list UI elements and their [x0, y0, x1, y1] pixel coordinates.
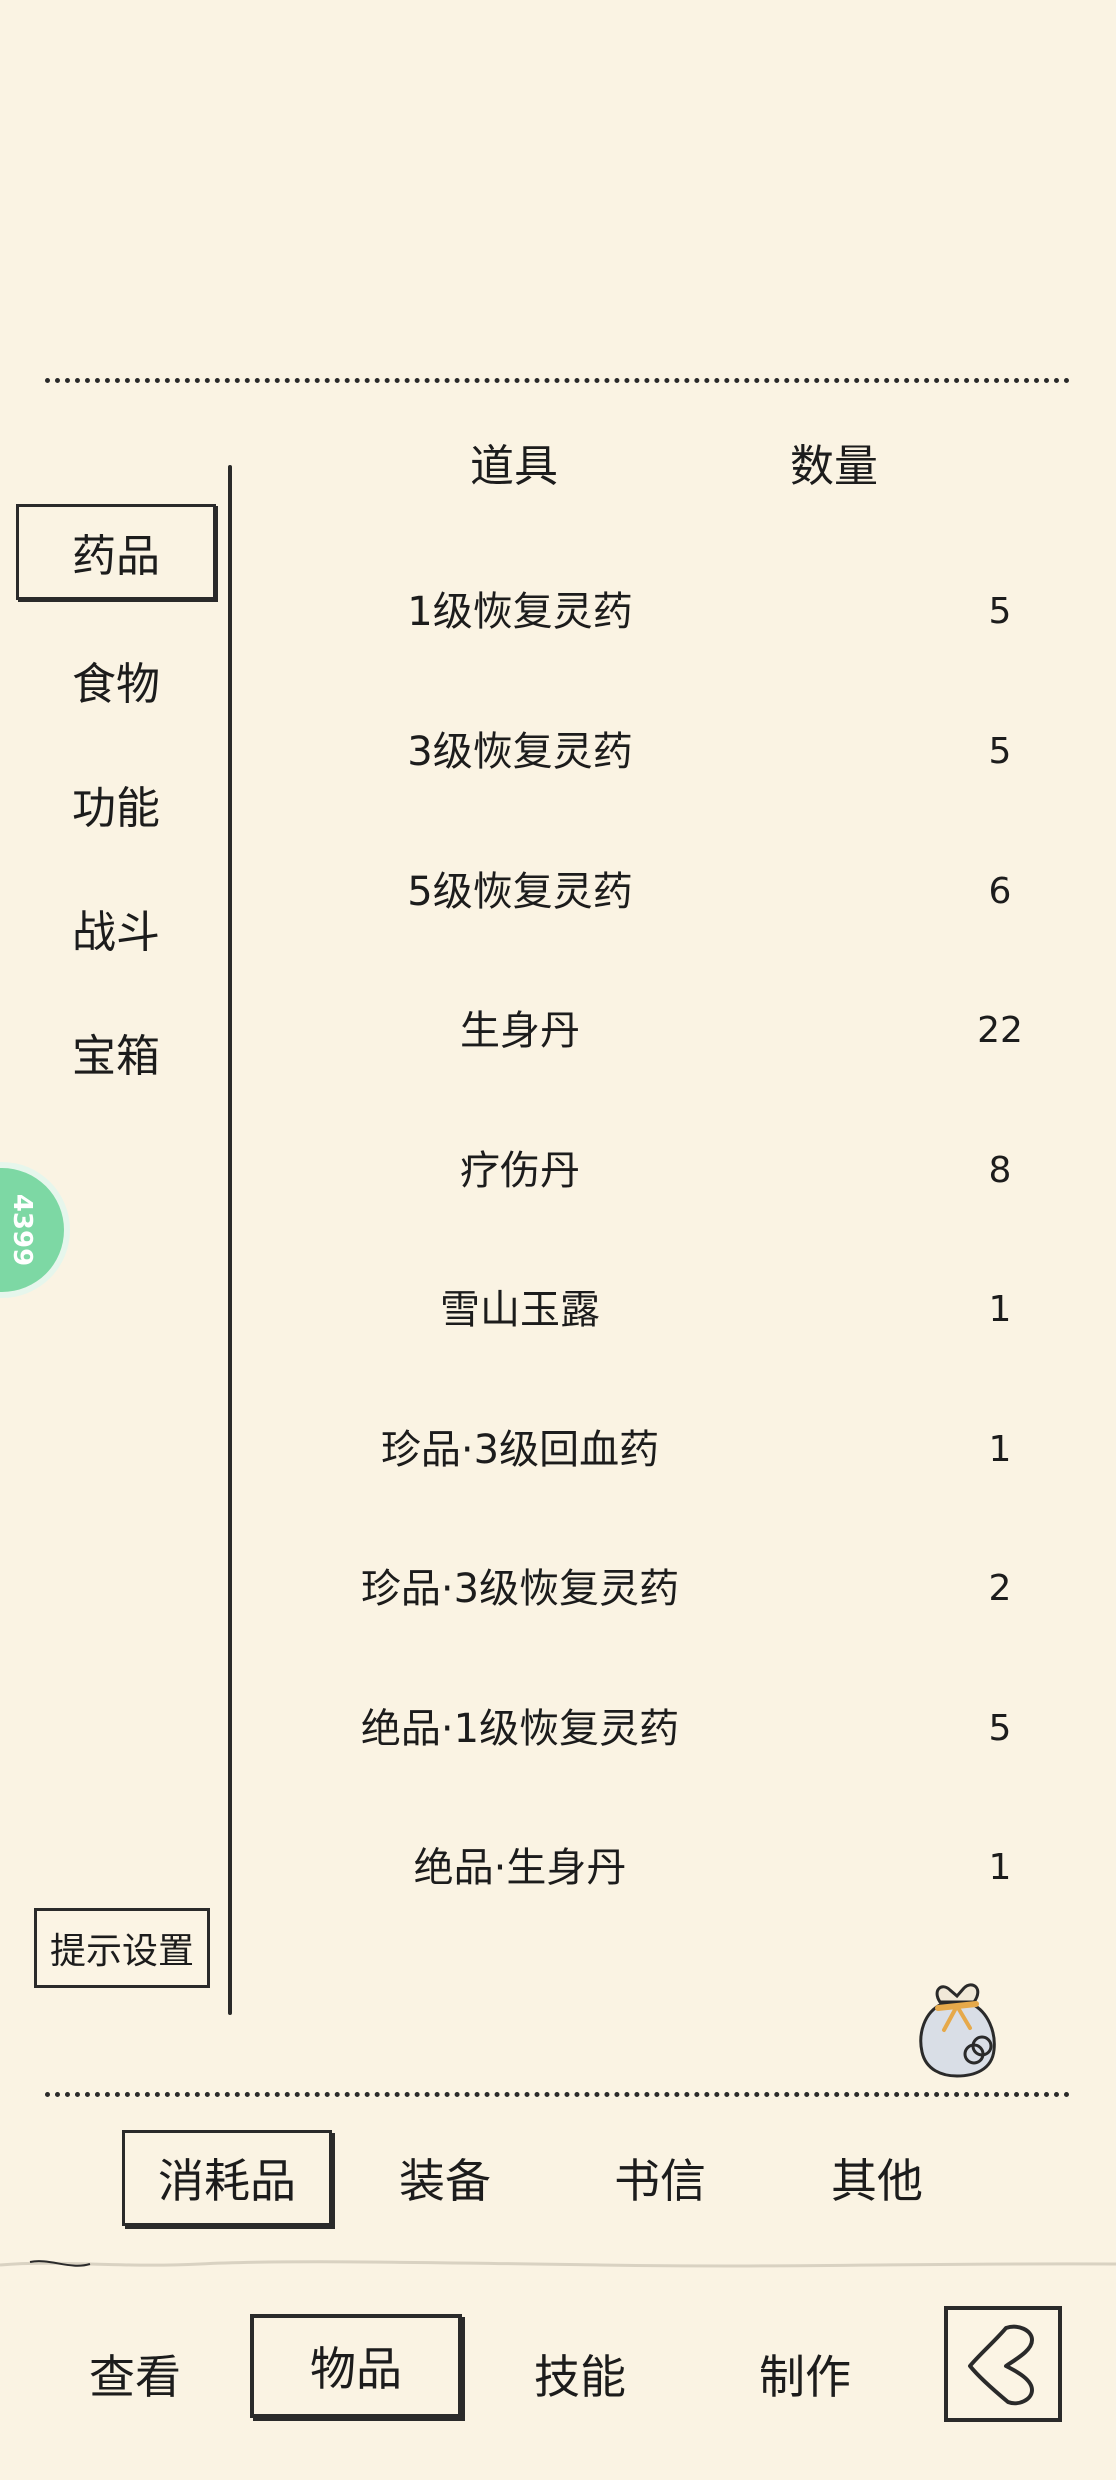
column-header-quantity: 数量 [790, 441, 878, 492]
item-name: 珍品·3级恢复灵药 [360, 1566, 680, 1612]
item-row[interactable]: 绝品·1级恢复灵药 5 [240, 1679, 1100, 1779]
item-quantity: 1 [988, 1429, 1012, 1470]
nav-items[interactable]: 物品 [250, 2314, 462, 2418]
item-row[interactable]: 生身丹 22 [240, 981, 1100, 1081]
item-name: 绝品·生身丹 [413, 1845, 627, 1891]
tab-letters[interactable]: 书信 [585, 2130, 735, 2226]
item-name: 雪山玉露 [440, 1287, 600, 1333]
item-name: 生身丹 [460, 1008, 580, 1054]
item-quantity: 8 [988, 1150, 1012, 1191]
nav-crafting[interactable]: 制作 [730, 2322, 880, 2426]
item-row[interactable]: 珍品·3级恢复灵药 2 [240, 1539, 1100, 1639]
item-name: 5级恢复灵药 [407, 869, 633, 915]
sidebar-divider [228, 465, 232, 2015]
tab-other[interactable]: 其他 [802, 2130, 952, 2226]
brush-separator [0, 2260, 1116, 2268]
item-name: 珍品·3级回血药 [380, 1427, 660, 1473]
item-quantity: 6 [988, 871, 1012, 912]
item-quantity: 5 [988, 731, 1012, 772]
category-function[interactable]: 功能 [16, 756, 216, 852]
back-button[interactable] [944, 2306, 1062, 2422]
top-divider [45, 378, 1070, 383]
item-name: 绝品·1级恢复灵药 [360, 1706, 680, 1752]
item-row[interactable]: 绝品·生身丹 1 [240, 1818, 1100, 1918]
nav-view[interactable]: 查看 [60, 2322, 210, 2426]
category-treasure-chest[interactable]: 宝箱 [16, 1004, 216, 1100]
item-quantity: 1 [988, 1847, 1012, 1888]
item-row[interactable]: 5级恢复灵药 6 [240, 842, 1100, 942]
item-row[interactable]: 3级恢复灵药 5 [240, 702, 1100, 802]
category-food[interactable]: 食物 [16, 632, 216, 728]
item-row[interactable]: 珍品·3级回血药 1 [240, 1400, 1100, 1500]
nav-skills[interactable]: 技能 [505, 2322, 655, 2426]
item-quantity: 5 [988, 591, 1012, 632]
item-row[interactable]: 雪山玉露 1 [240, 1260, 1100, 1360]
category-medicine[interactable]: 药品 [16, 504, 216, 600]
item-quantity: 2 [988, 1568, 1012, 1609]
item-name: 疗伤丹 [460, 1148, 580, 1194]
item-bag-icon[interactable] [912, 1972, 1002, 2082]
floating-badge[interactable]: 4399 [0, 1168, 64, 1292]
column-header-item: 道具 [470, 441, 558, 492]
tab-consumables[interactable]: 消耗品 [122, 2130, 332, 2226]
back-arrow-icon [968, 2324, 1034, 2406]
category-battle[interactable]: 战斗 [16, 880, 216, 976]
item-row[interactable]: 1级恢复灵药 5 [240, 562, 1100, 662]
tab-equipment[interactable]: 装备 [370, 2130, 520, 2226]
item-quantity: 22 [977, 1010, 1023, 1051]
item-row[interactable]: 疗伤丹 8 [240, 1121, 1100, 1221]
bottom-divider [45, 2092, 1070, 2097]
hint-settings-button[interactable]: 提示设置 [34, 1908, 210, 1988]
badge-label: 4399 [7, 1193, 37, 1267]
item-name: 1级恢复灵药 [407, 589, 633, 635]
item-name: 3级恢复灵药 [407, 729, 633, 775]
item-quantity: 1 [988, 1289, 1012, 1330]
item-quantity: 5 [988, 1708, 1012, 1749]
